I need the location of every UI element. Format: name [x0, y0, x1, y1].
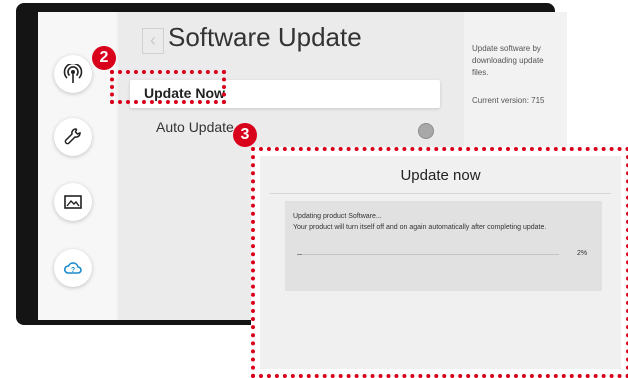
update-now-highlight: [110, 70, 226, 104]
broadcast-icon: [63, 64, 83, 83]
sidebar-item-support[interactable]: ?: [54, 249, 92, 287]
wrench-icon: [64, 128, 81, 145]
back-button[interactable]: ‹: [142, 28, 164, 54]
status-line: Updating product Software...: [293, 213, 382, 220]
sidebar-item-picture[interactable]: [54, 183, 92, 221]
dialog-divider: [270, 193, 611, 194]
auto-update-toggle[interactable]: [418, 123, 434, 139]
info-description: Update software by downloading update fi…: [472, 44, 544, 77]
support-cloud-icon: ?: [63, 262, 82, 274]
detail-line: Your product will turn itself off and on…: [293, 224, 547, 231]
step-2-badge: 2: [92, 46, 116, 70]
dialog-title: Update now: [400, 167, 481, 184]
info-panel: Update software by downloading update fi…: [472, 43, 562, 107]
sidebar-item-broadcasting[interactable]: [54, 55, 92, 93]
dialog-body: Updating product Software... Your produc…: [285, 201, 602, 291]
progress-fill: [297, 254, 303, 255]
auto-update-item[interactable]: Auto Update: [156, 119, 234, 135]
sidebar-item-general[interactable]: [54, 118, 92, 156]
picture-icon: [64, 195, 82, 209]
current-version: Current version: 715: [472, 96, 545, 105]
progress-bar: [297, 254, 559, 255]
progress-percent: 2%: [577, 250, 588, 257]
page-title: Software Update: [168, 22, 362, 52]
update-now-dialog: Update now Updating product Software... …: [251, 147, 628, 378]
svg-text:?: ?: [71, 267, 75, 274]
dialog-panel: Update now Updating product Software... …: [260, 156, 621, 369]
step-3-badge: 3: [233, 123, 257, 147]
